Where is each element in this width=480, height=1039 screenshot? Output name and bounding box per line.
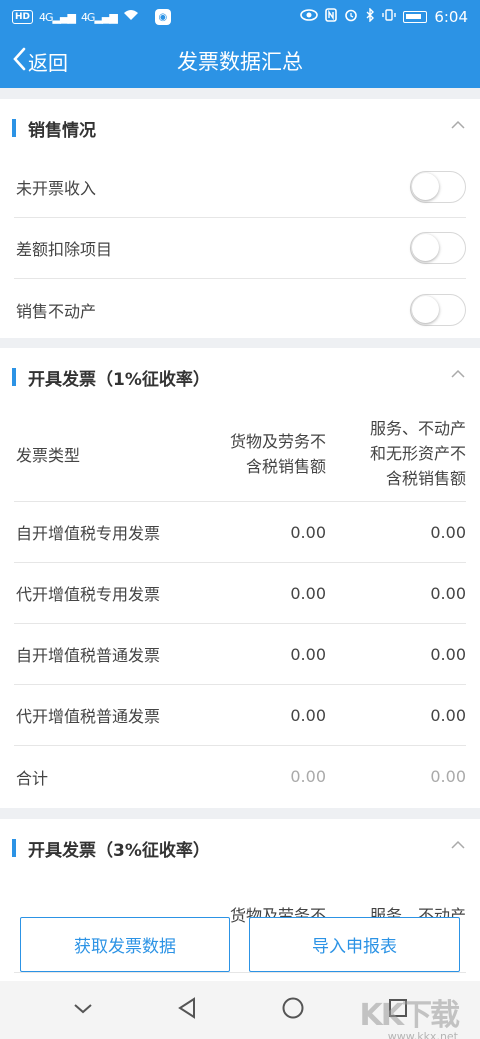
sales-section-header[interactable]: 销售情况	[0, 99, 480, 157]
wifi-icon	[123, 9, 139, 25]
column-header-type: 发票类型	[16, 445, 81, 465]
row-type: 合计	[16, 768, 49, 788]
nfc-icon	[325, 8, 338, 26]
sales-section: 销售情况 未开票收入 差额扣除项目 销售不动产	[0, 99, 480, 338]
column-header-goods: 货物及劳务不 含税销售额	[229, 431, 326, 476]
hd-voice-icon: HD	[12, 10, 34, 24]
chevron-up-icon[interactable]	[450, 366, 466, 382]
section-title: 开具发票（3%征收率）	[28, 840, 210, 861]
vibrate-icon	[382, 8, 397, 26]
section-accent-bar	[12, 119, 16, 137]
signal-icon: 4G▂▄▆	[39, 10, 76, 24]
invoice-1pct-header[interactable]: 开具发票（1%征收率）	[0, 348, 480, 406]
toggle-row-real-estate-sales: 销售不动产	[14, 279, 466, 340]
nav-bar: 返回 发票数据汇总	[0, 34, 480, 88]
import-declaration-button[interactable]: 导入申报表	[249, 917, 460, 972]
toggle-label: 未开票收入	[16, 179, 97, 198]
row-services-value: 0.00	[430, 644, 466, 664]
toggle-knob	[412, 295, 439, 323]
section-title: 开具发票（1%征收率）	[28, 369, 210, 390]
eye-icon	[300, 9, 319, 25]
section-accent-bar	[12, 839, 16, 857]
bluetooth-icon	[365, 7, 375, 26]
row-goods-value: 0.00	[290, 522, 326, 542]
row-goods-value: 0.00	[290, 583, 326, 603]
back-button[interactable]: 返回	[12, 47, 68, 76]
table-row[interactable]: 自开增值税专用发票 0.00 0.00	[14, 502, 466, 563]
app-notification-icon: ◉	[154, 9, 171, 25]
row-type: 自开增值税专用发票	[16, 524, 161, 543]
alarm-icon	[344, 8, 358, 26]
home-circle-icon[interactable]	[281, 996, 305, 1024]
chevron-down-icon[interactable]	[72, 1001, 94, 1020]
row-goods-value: 0.00	[290, 705, 326, 725]
signal-icon-2: 4G▂▄▆	[80, 10, 118, 24]
toggle-knob	[412, 173, 439, 200]
row-services-value: 0.00	[430, 522, 466, 542]
toggle-row-difference-deduction: 差额扣除项目	[14, 218, 466, 279]
table-header: 发票类型 货物及劳务不 含税销售额 服务、不动产 和无形资产不 含税销售额	[14, 406, 466, 502]
back-label: 返回	[28, 50, 68, 75]
status-bar: HD 4G▂▄▆ 4G▂▄▆ ◉ 6:04	[0, 0, 480, 34]
row-type: 代开增值税普通发票	[16, 707, 161, 726]
toggle-label: 销售不动产	[16, 301, 97, 321]
chevron-left-icon	[12, 47, 26, 76]
back-triangle-icon[interactable]	[177, 997, 197, 1023]
row-type: 代开增值税专用发票	[16, 585, 161, 604]
column-header-services: 服务、不动产 和无形资产不 含税销售额	[369, 419, 466, 488]
table-total-row: 合计 0.00 0.00	[14, 746, 466, 807]
row-goods-value: 0.00	[290, 644, 326, 664]
watermark-logo: KK下载 www.kkx.net	[359, 998, 460, 1039]
real-estate-sales-toggle[interactable]	[410, 293, 466, 326]
table-row[interactable]: 代开增值税普通发票 0.00 0.00	[14, 685, 466, 746]
total-services-value: 0.00	[430, 767, 466, 786]
status-time: 6:04	[434, 8, 468, 26]
section-accent-bar	[12, 368, 16, 386]
uninvoiced-income-toggle[interactable]	[410, 171, 466, 203]
toggle-label: 差额扣除项目	[16, 240, 113, 259]
table-row[interactable]: 代开增值税专用发票 0.00 0.00	[14, 563, 466, 624]
difference-deduction-toggle[interactable]	[410, 232, 466, 264]
row-services-value: 0.00	[430, 705, 466, 725]
table-row[interactable]: 自开增值税普通发票 0.00 0.00	[14, 624, 466, 685]
page-title: 发票数据汇总	[177, 50, 303, 74]
invoice-3pct-header[interactable]: 开具发票（3%征收率）	[0, 819, 480, 877]
battery-icon	[403, 11, 428, 23]
row-services-value: 0.00	[430, 583, 466, 603]
invoice-1pct-section: 开具发票（1%征收率） 发票类型 货物及劳务不 含税销售额 服务、不动产 和无形…	[0, 348, 480, 808]
row-type: 自开增值税普通发票	[16, 646, 161, 665]
toggle-row-uninvoiced-income: 未开票收入	[14, 157, 466, 218]
section-title: 销售情况	[28, 120, 96, 141]
chevron-up-icon[interactable]	[450, 117, 466, 133]
fetch-invoice-data-button[interactable]: 获取发票数据	[20, 917, 230, 972]
toggle-knob	[412, 234, 439, 261]
total-goods-value: 0.00	[290, 767, 326, 786]
chevron-up-icon[interactable]	[450, 837, 466, 853]
